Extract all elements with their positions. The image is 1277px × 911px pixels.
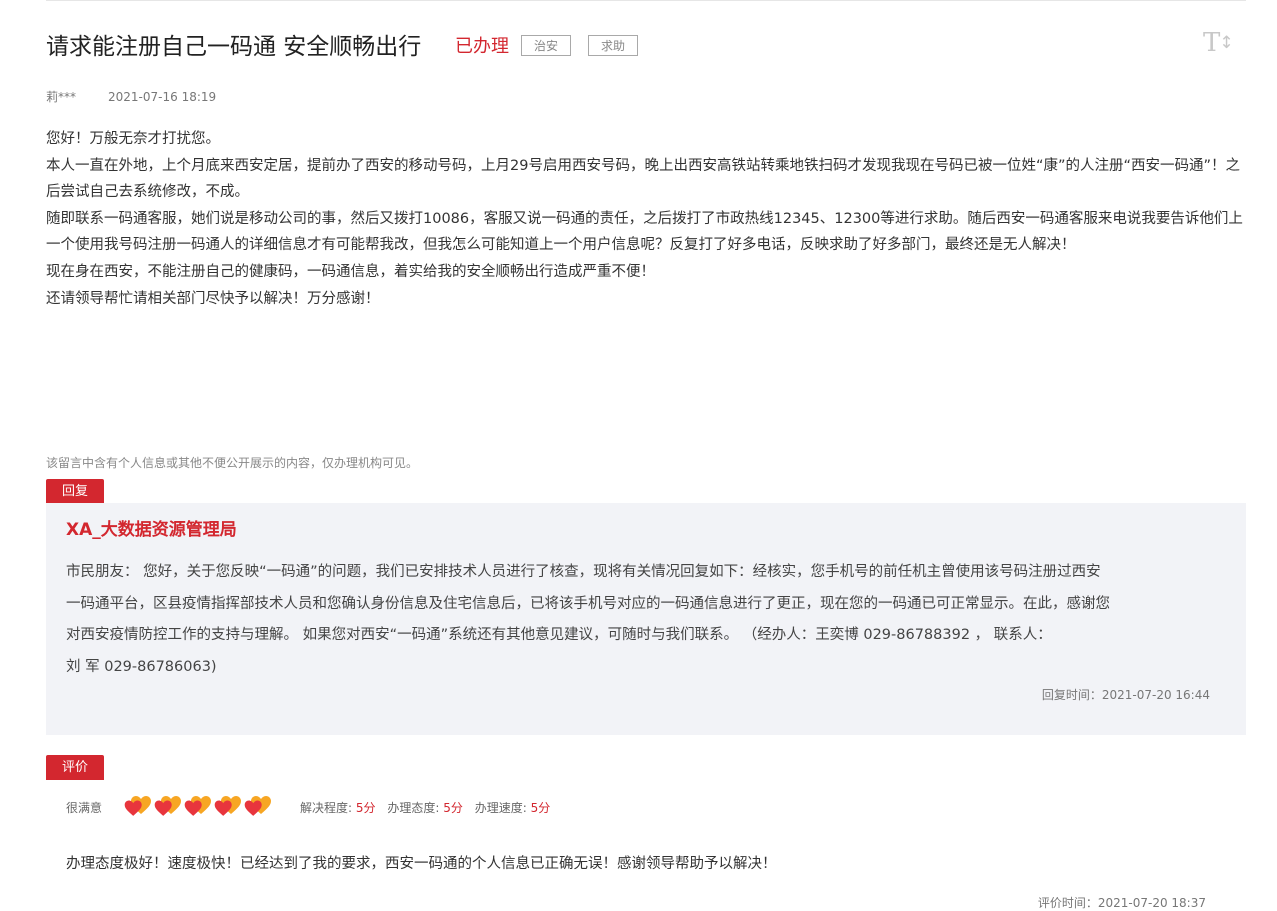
privacy-note: 该留言中含有个人信息或其他不便公开展示的内容，仅办理机构可见。 xyxy=(46,456,419,470)
message-paragraph: 还请领导帮忙请相关部门尽快予以解决！万分感谢！ xyxy=(46,290,380,307)
reply-label: 回复 xyxy=(46,479,104,504)
score-attitude-label: 办理态度: xyxy=(387,801,440,815)
reply-line: 市民朋友： 您好，关于您反映“一码通”的问题，我们已安排技术人员进行了核查，现将… xyxy=(66,564,1101,580)
evaluation-time: 评价时间：2021-07-20 18:37 xyxy=(1037,896,1206,910)
reply-text: 市民朋友： 您好，关于您反映“一码通”的问题，我们已安排技术人员进行了核查，现将… xyxy=(66,557,1228,683)
heart-icon xyxy=(184,796,211,816)
message-paragraph: 随即联系一码通客服，她们说是移动公司的事，然后又拨打10086，客服又说一码通的… xyxy=(46,210,1243,254)
message-paragraph: 您好！万般无奈才打扰您。 xyxy=(46,131,220,147)
author-name: 莉*** xyxy=(46,90,77,104)
reply-panel: XA_大数据资源管理局 市民朋友： 您好，关于您反映“一码通”的问题，我们已安排… xyxy=(46,503,1246,735)
heart-icon xyxy=(244,796,271,816)
reply-line: 刘 军 029-86786063) xyxy=(66,658,217,675)
message-paragraph: 本人一直在外地，上个月底来西安定居，提前办了西安的移动号码，上月29号启用西安号… xyxy=(46,157,1240,201)
message-paragraph: 现在身在西安，不能注册自己的健康码，一码通信息，着实给我的安全顺畅出行造成严重不… xyxy=(46,263,655,280)
evaluation-label: 评价 xyxy=(46,755,104,780)
top-divider xyxy=(46,0,1246,1)
text-size-icon[interactable]: T↕ xyxy=(1203,28,1234,61)
status-badge: 已办理 xyxy=(455,36,509,57)
satisfaction-level: 很满意 xyxy=(66,801,103,815)
post-meta: 莉*** 2021-07-16 18:19 xyxy=(46,89,216,105)
reply-line: 一码通平台，区县疫情指挥部技术人员和您确认身份信息及住宅信息后，已将该手机号对应… xyxy=(66,595,1110,612)
heart-icon xyxy=(214,796,241,816)
heart-icon xyxy=(124,796,151,816)
tag-category[interactable]: 治安 xyxy=(521,35,571,56)
reply-time: 回复时间：2021-07-20 16:44 xyxy=(1041,688,1210,702)
page-title: 请求能注册自己一码通 安全顺畅出行 xyxy=(46,34,422,60)
evaluation-scores: 解决程度: 5分 办理态度: 5分 办理速度: 5分 xyxy=(300,800,558,816)
post-date: 2021-07-16 18:19 xyxy=(108,90,217,104)
reply-organization: XA_大数据资源管理局 xyxy=(66,520,237,540)
heart-icon xyxy=(154,796,181,816)
score-speed-value: 5分 xyxy=(530,801,551,815)
score-resolution-label: 解决程度: xyxy=(300,801,353,815)
message-body: 您好！万般无奈才打扰您。 本人一直在外地，上个月底来西安定居，提前办了西安的移动… xyxy=(46,126,1251,312)
score-resolution-value: 5分 xyxy=(355,801,376,815)
score-speed-label: 办理速度: xyxy=(474,801,527,815)
tag-type[interactable]: 求助 xyxy=(588,35,638,56)
evaluation-comment: 办理态度极好！速度极快！已经达到了我的要求，西安一码通的个人信息已正确无误！感谢… xyxy=(66,856,777,872)
reply-line: 对西安疫情防控工作的支持与理解。 如果您对西安“一码通”系统还有其他意见建议，可… xyxy=(66,627,1052,643)
score-attitude-value: 5分 xyxy=(443,801,463,815)
